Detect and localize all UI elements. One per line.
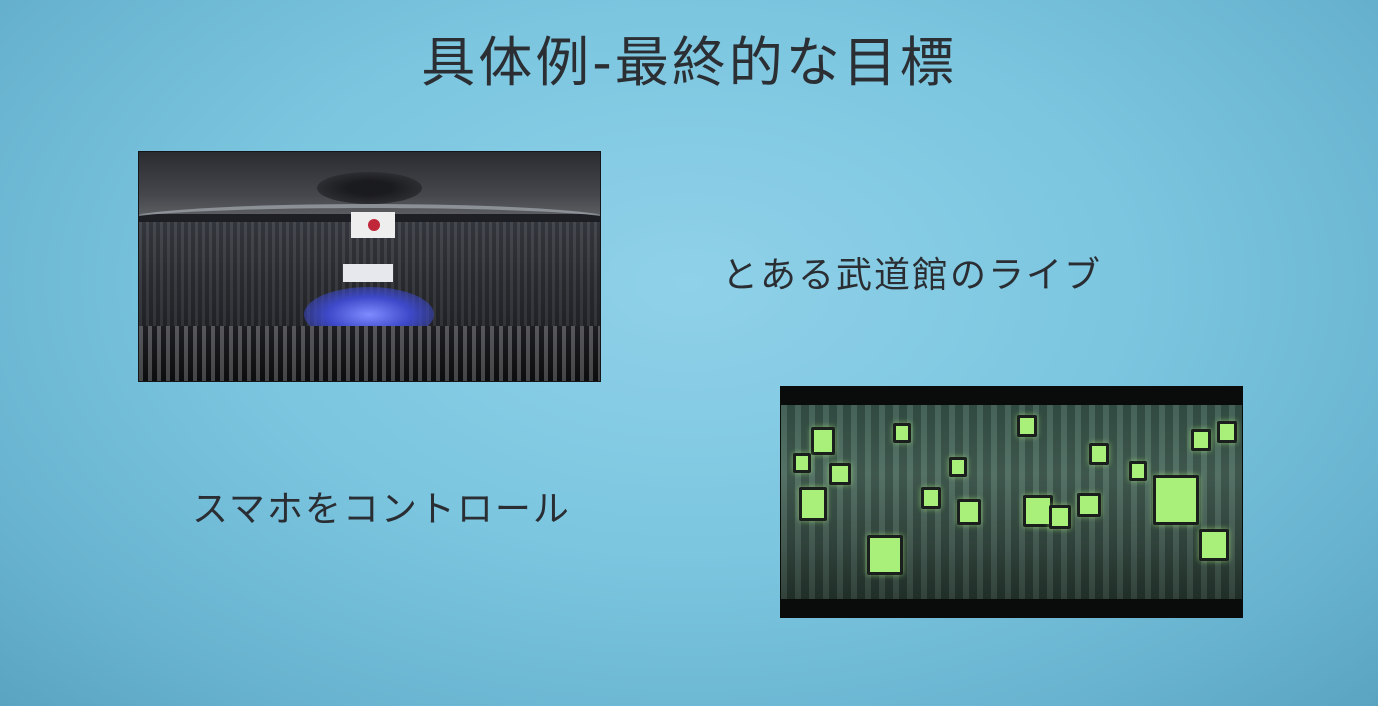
phone-screen xyxy=(793,453,811,473)
budokan-concert-photo xyxy=(138,151,601,382)
phone-screen xyxy=(811,427,835,455)
letterbox-top xyxy=(781,387,1242,405)
phone-screen xyxy=(1077,493,1101,517)
flag-sun-icon xyxy=(368,219,380,231)
phone-screen xyxy=(1153,475,1199,525)
phone-screen xyxy=(1049,505,1071,529)
phone-screen xyxy=(921,487,941,509)
slide-title: 具体例-最終的な目標 xyxy=(421,31,957,94)
phone-screen xyxy=(829,463,851,485)
arena-ceiling-rig xyxy=(317,172,422,204)
phone-screen xyxy=(957,499,981,525)
phone-screen xyxy=(949,457,967,477)
phone-screen xyxy=(799,487,827,521)
crowd-smartphones-photo xyxy=(780,386,1243,618)
presentation-slide: 具体例-最終的な目標 とある武道館のライブ スマホをコントロール xyxy=(0,0,1378,706)
smartphone-control-label: スマホをコントロール xyxy=(192,489,571,530)
phone-screen xyxy=(1017,415,1037,437)
phone-screen xyxy=(1217,421,1237,443)
letterbox-bottom xyxy=(781,599,1242,617)
phone-screen xyxy=(1129,461,1147,481)
phone-screen xyxy=(1191,429,1211,451)
audience-front xyxy=(139,326,600,381)
phone-screen xyxy=(1089,443,1109,465)
phone-screen xyxy=(893,423,911,443)
budokan-live-label: とある武道館のライブ xyxy=(722,255,1103,296)
phone-screen xyxy=(867,535,903,575)
phone-screen xyxy=(1199,529,1229,561)
stage-screen xyxy=(343,264,393,282)
